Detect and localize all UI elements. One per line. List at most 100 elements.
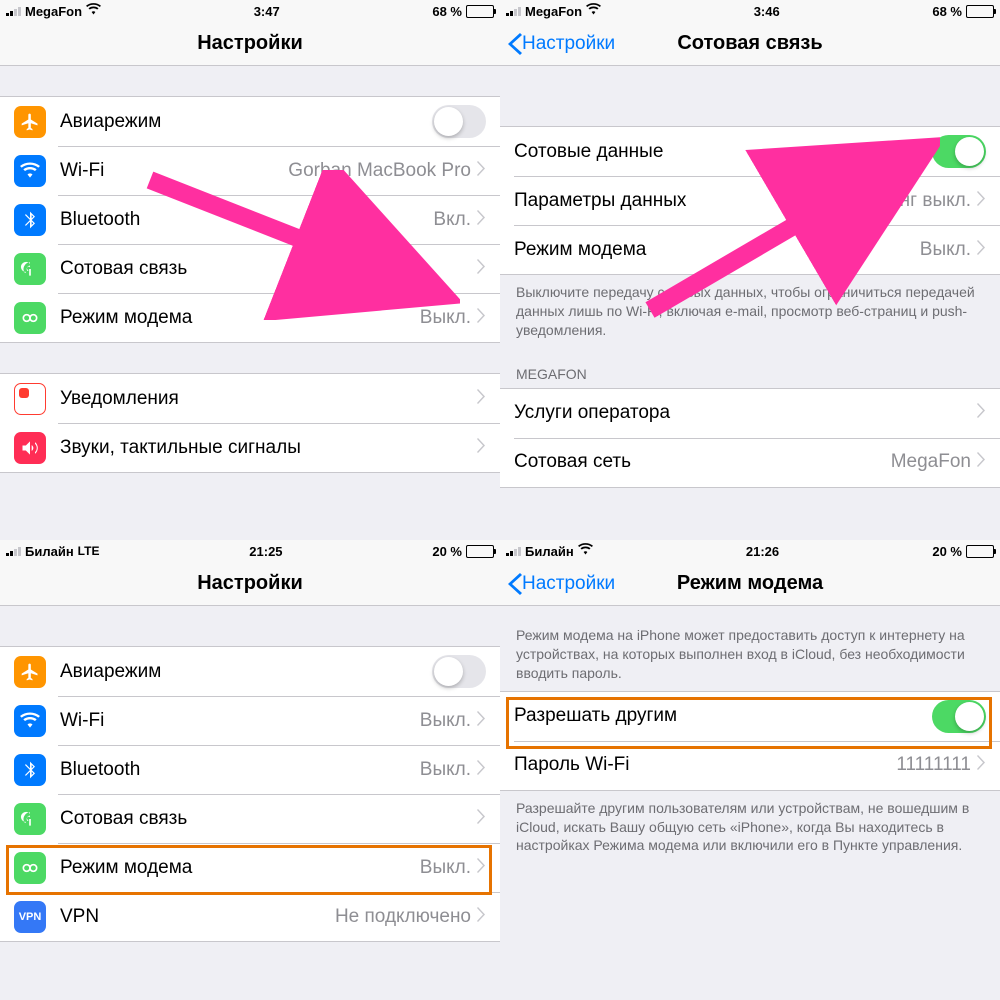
antenna-icon: [14, 803, 46, 835]
row-cellular[interactable]: Сотовая связь: [0, 794, 500, 843]
row-cellular-data[interactable]: Сотовые данные: [500, 127, 1000, 176]
allow-others-switch[interactable]: [932, 700, 986, 733]
net-label: LTE: [78, 544, 100, 558]
row-detail: Выкл.: [420, 307, 471, 329]
nav-header: Настройки: [0, 22, 500, 66]
status-bar: MegaFon 3:46 68 %: [500, 0, 1000, 22]
row-label: Разрешать другим: [514, 705, 932, 727]
wifi-icon: [86, 2, 101, 20]
row-label: Параметры данных: [514, 190, 845, 212]
row-detail: Выкл.: [920, 239, 971, 261]
clock: 3:46: [754, 4, 780, 19]
section-footer: Выключите передачу сотовых данных, чтобы…: [500, 275, 1000, 348]
battery-icon: [966, 545, 994, 558]
row-wifi-password[interactable]: Пароль Wi-Fi 11111111: [500, 741, 1000, 790]
airplane-icon: [14, 106, 46, 138]
row-wifi[interactable]: Wi-Fi Выкл.: [0, 696, 500, 745]
cell-group-1: Сотовые данные Параметры данных Роуминг …: [500, 126, 1000, 275]
chevron-right-icon: [977, 191, 986, 211]
chevron-right-icon: [477, 711, 486, 731]
battery-icon: [466, 5, 494, 18]
row-vpn[interactable]: VPN VPN Не подключено: [0, 892, 500, 941]
row-cellular-network[interactable]: Сотовая сеть MegaFon: [500, 438, 1000, 487]
row-detail: MegaFon: [891, 451, 971, 473]
battery-icon: [466, 545, 494, 558]
row-data-options[interactable]: Параметры данных Роуминг выкл.: [500, 176, 1000, 225]
row-airplane[interactable]: Авиарежим: [0, 647, 500, 696]
row-hotspot[interactable]: Режим модема Выкл.: [0, 293, 500, 342]
row-label: Услуги оператора: [514, 402, 977, 424]
chevron-right-icon: [477, 308, 486, 328]
airplane-icon: [14, 656, 46, 688]
row-label: Bluetooth: [60, 209, 433, 231]
sounds-icon: [14, 432, 46, 464]
status-bar: MegaFon 3:47 68 %: [0, 0, 500, 22]
bluetooth-icon: [14, 204, 46, 236]
hotspot-group: Разрешать другим Пароль Wi-Fi 11111111: [500, 691, 1000, 791]
row-detail: 11111111: [896, 754, 971, 776]
battery-pct: 20 %: [432, 544, 462, 559]
battery-pct: 68 %: [932, 4, 962, 19]
row-label: Режим модема: [60, 857, 420, 879]
carrier-label: MegaFon: [525, 4, 582, 19]
row-carrier-services[interactable]: Услуги оператора: [500, 389, 1000, 438]
bluetooth-icon: [14, 754, 46, 786]
chevron-right-icon: [477, 760, 486, 780]
back-button[interactable]: Настройки: [508, 33, 615, 55]
row-detail: Выкл.: [420, 759, 471, 781]
row-wifi[interactable]: Wi-Fi Gorban MacBook Pro: [0, 146, 500, 195]
nav-header: Настройки Сотовая связь: [500, 22, 1000, 66]
back-label: Настройки: [522, 573, 615, 595]
battery-pct: 20 %: [932, 544, 962, 559]
chevron-right-icon: [977, 452, 986, 472]
row-hotspot[interactable]: Режим модема Выкл.: [500, 225, 1000, 274]
hotspot-pane: Билайн 21:26 20 % Настройки Режим модема…: [500, 540, 1000, 1000]
settings-root-pane: MegaFon 3:47 68 % Настройки Авиарежим Wi…: [0, 0, 500, 540]
chevron-right-icon: [977, 403, 986, 423]
row-sounds[interactable]: Звуки, тактильные сигналы: [0, 423, 500, 472]
carrier-label: Билайн: [25, 544, 74, 559]
chevron-right-icon: [977, 755, 986, 775]
cell-group-2: Услуги оператора Сотовая сеть MegaFon: [500, 388, 1000, 488]
row-cellular[interactable]: Сотовая связь: [0, 244, 500, 293]
row-detail: Выкл.: [420, 857, 471, 879]
section-intro: Режим модема на iPhone может предоставит…: [500, 606, 1000, 691]
row-airplane[interactable]: Авиарежим: [0, 97, 500, 146]
row-hotspot[interactable]: Режим модема Выкл.: [0, 843, 500, 892]
row-bluetooth[interactable]: Bluetooth Выкл.: [0, 745, 500, 794]
chevron-right-icon: [477, 161, 486, 181]
chevron-right-icon: [477, 210, 486, 230]
row-detail: Роуминг выкл.: [845, 190, 972, 212]
carrier-label: MegaFon: [25, 4, 82, 19]
notifications-icon: [14, 383, 46, 415]
chevron-right-icon: [977, 240, 986, 260]
row-label: Звуки, тактильные сигналы: [60, 437, 477, 459]
row-label: Режим модема: [60, 307, 420, 329]
row-label: Сотовые данные: [514, 141, 932, 163]
airplane-switch[interactable]: [432, 655, 486, 688]
cellular-data-switch[interactable]: [932, 135, 986, 168]
row-detail: Gorban MacBook Pro: [288, 160, 471, 182]
settings-group-notify: Уведомления Звуки, тактильные сигналы: [0, 373, 500, 473]
section-footer: Разрешайте другим пользователям или устр…: [500, 791, 1000, 864]
antenna-icon: [14, 253, 46, 285]
battery-icon: [966, 5, 994, 18]
row-label: Авиарежим: [60, 661, 432, 683]
row-allow-others[interactable]: Разрешать другим: [500, 692, 1000, 741]
signal-icon: [6, 6, 21, 16]
page-title: Настройки: [197, 32, 303, 55]
battery-pct: 68 %: [432, 4, 462, 19]
page-title: Режим модема: [677, 572, 823, 595]
row-notifications[interactable]: Уведомления: [0, 374, 500, 423]
row-detail: Выкл.: [420, 710, 471, 732]
row-label: Wi-Fi: [60, 710, 420, 732]
airplane-switch[interactable]: [432, 105, 486, 138]
row-label: Авиарежим: [60, 111, 432, 133]
hotspot-icon: [14, 302, 46, 334]
row-bluetooth[interactable]: Bluetooth Вкл.: [0, 195, 500, 244]
chevron-right-icon: [477, 858, 486, 878]
row-label: Сотовая сеть: [514, 451, 891, 473]
row-label: Режим модема: [514, 239, 920, 261]
signal-icon: [6, 546, 21, 556]
back-button[interactable]: Настройки: [508, 573, 615, 595]
